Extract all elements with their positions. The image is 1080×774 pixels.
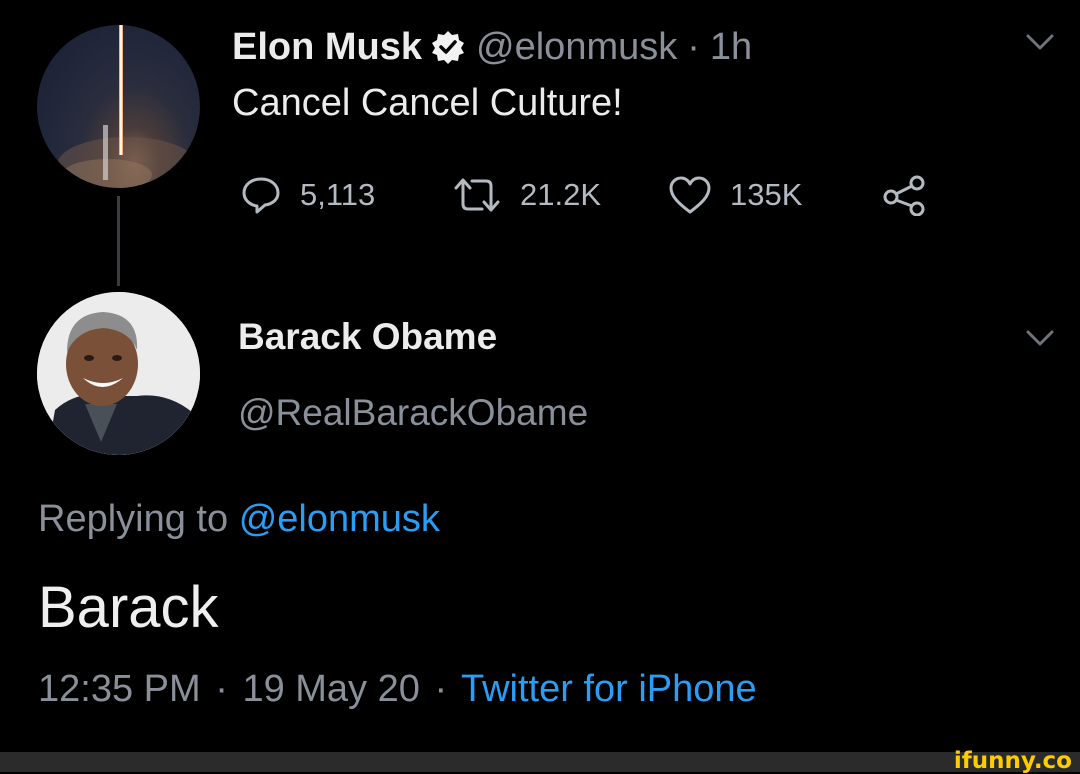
separator: ·: [687, 25, 700, 68]
profile-photo-image: [37, 292, 200, 455]
share-icon: [883, 175, 925, 216]
chevron-down-icon[interactable]: [1025, 328, 1055, 348]
reply-text: Barack: [38, 575, 219, 640]
rocket-launch-image: [57, 25, 197, 188]
source-link[interactable]: Twitter for iPhone: [461, 668, 757, 710]
like-button[interactable]: 135K: [668, 170, 802, 220]
verified-badge-icon: [430, 29, 466, 65]
replying-to-handle-link[interactable]: @elonmusk: [239, 498, 440, 540]
watermark-bar: [0, 752, 1080, 772]
reply-meta: 12:35 PM · 19 May 20 · Twitter for iPhon…: [38, 668, 757, 711]
like-count: 135K: [730, 177, 803, 212]
meta-separator: ·: [434, 668, 448, 710]
reply-author-name[interactable]: Barack Obame: [238, 316, 497, 358]
tweet-text: Cancel Cancel Culture!: [232, 82, 623, 124]
thread-connector-line: [117, 196, 120, 286]
like-icon: [669, 176, 711, 214]
retweet-button[interactable]: 21.2K: [452, 170, 601, 220]
retweet-count: 21.2K: [520, 177, 602, 212]
replying-to-label: Replying to: [38, 498, 229, 540]
replying-to: Replying to @elonmusk: [38, 498, 440, 541]
reply-date: 19 May 20: [242, 668, 420, 710]
reply-button[interactable]: 5,113: [240, 170, 375, 220]
chevron-down-icon[interactable]: [1025, 32, 1055, 52]
avatar-elon-musk[interactable]: [37, 25, 200, 188]
author-name[interactable]: Elon Musk: [232, 26, 422, 69]
tweet-header: Elon Musk @elonmusk · 1h: [232, 22, 752, 72]
retweet-icon: [454, 178, 500, 212]
reply-count: 5,113: [300, 177, 376, 212]
avatar-barack-obame[interactable]: [37, 292, 200, 455]
reply-author-handle[interactable]: @RealBarackObame: [238, 392, 588, 434]
reply-time: 12:35 PM: [38, 668, 201, 710]
share-button[interactable]: [882, 170, 946, 220]
author-handle[interactable]: @elonmusk: [476, 26, 677, 69]
reply-icon: [242, 177, 280, 214]
ifunny-watermark: ifunny.co: [953, 748, 1072, 774]
meta-separator: ·: [215, 668, 228, 710]
time-ago[interactable]: 1h: [710, 26, 752, 69]
